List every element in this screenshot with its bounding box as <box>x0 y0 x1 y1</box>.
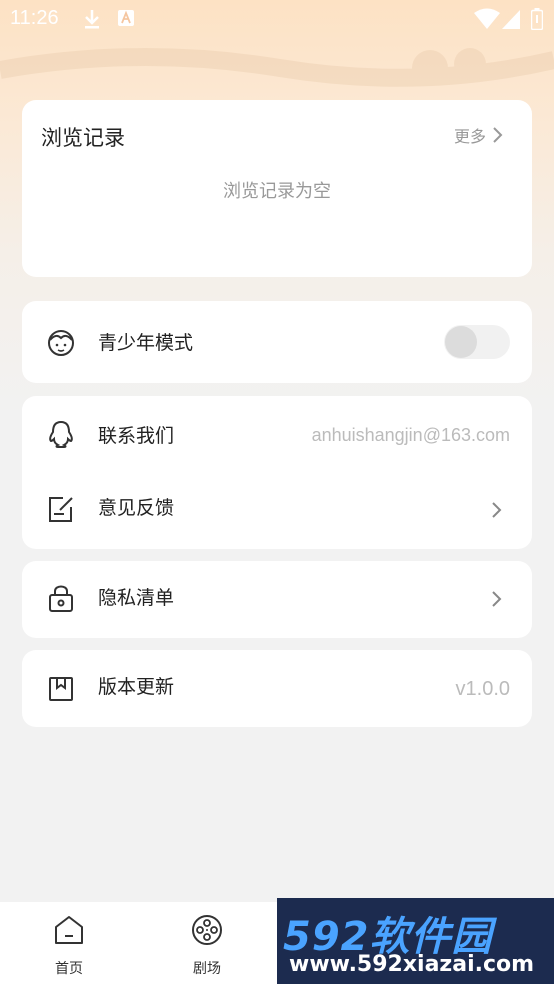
chevron-right-icon <box>492 591 502 607</box>
toggle-knob <box>445 326 477 358</box>
watermark-url: www.592xiazai.com <box>289 952 535 977</box>
privacy-row[interactable]: 隐私清单 <box>22 561 532 637</box>
notification-a-icon <box>118 10 134 26</box>
tab-home-label: 首页 <box>55 961 83 977</box>
tab-theater-label: 剧场 <box>193 961 221 977</box>
history-more-link[interactable]: 更多 <box>454 123 504 147</box>
version-row[interactable]: 版本更新 v1.0.0 <box>22 650 532 726</box>
history-title: 浏览记录 <box>41 126 125 150</box>
teen-mode-row: 青少年模式 <box>22 301 532 383</box>
teen-face-icon <box>48 330 74 356</box>
history-empty-text: 浏览记录为空 <box>223 181 331 202</box>
tab-home[interactable]: 首页 <box>19 902 119 984</box>
edit-note-icon <box>49 497 73 522</box>
privacy-card: 隐私清单 <box>22 561 532 638</box>
qq-penguin-icon <box>49 420 73 448</box>
wifi-icon <box>474 8 500 29</box>
teen-mode-card: 青少年模式 <box>22 301 532 383</box>
status-time: 11:26 <box>10 7 59 29</box>
watermark-logo: 592软件园 www.592xiazai.com <box>277 898 554 984</box>
status-bar: 11:26 <box>0 0 554 38</box>
signal-icon <box>502 10 520 29</box>
version-value: v1.0.0 <box>455 678 510 700</box>
lock-icon <box>49 585 73 612</box>
contact-email: anhuishangjin@163.com <box>311 425 510 445</box>
contact-feedback-card: 联系我们 anhuishangjin@163.com 意见反馈 <box>22 396 532 549</box>
download-icon <box>85 10 99 29</box>
chevron-right-icon <box>492 502 502 518</box>
version-label: 版本更新 <box>98 676 175 698</box>
teen-mode-label: 青少年模式 <box>98 332 194 354</box>
contact-row[interactable]: 联系我们 anhuishangjin@163.com <box>22 396 532 472</box>
history-more-label: 更多 <box>453 127 486 146</box>
history-card: 浏览记录 更多 浏览记录为空 <box>22 100 532 277</box>
feedback-label: 意见反馈 <box>98 497 175 519</box>
battery-icon <box>531 8 543 30</box>
privacy-label: 隐私清单 <box>98 587 175 609</box>
feedback-row[interactable]: 意见反馈 <box>22 472 532 548</box>
chevron-right-icon <box>493 127 503 143</box>
teen-mode-toggle[interactable] <box>444 325 510 359</box>
bookmark-book-icon <box>49 677 73 701</box>
home-icon <box>55 916 83 944</box>
version-card: 版本更新 v1.0.0 <box>22 650 532 727</box>
tab-theater[interactable]: 剧场 <box>157 902 257 984</box>
contact-label: 联系我们 <box>98 425 175 447</box>
film-strip-decoration <box>0 47 554 87</box>
film-reel-icon <box>192 915 222 945</box>
